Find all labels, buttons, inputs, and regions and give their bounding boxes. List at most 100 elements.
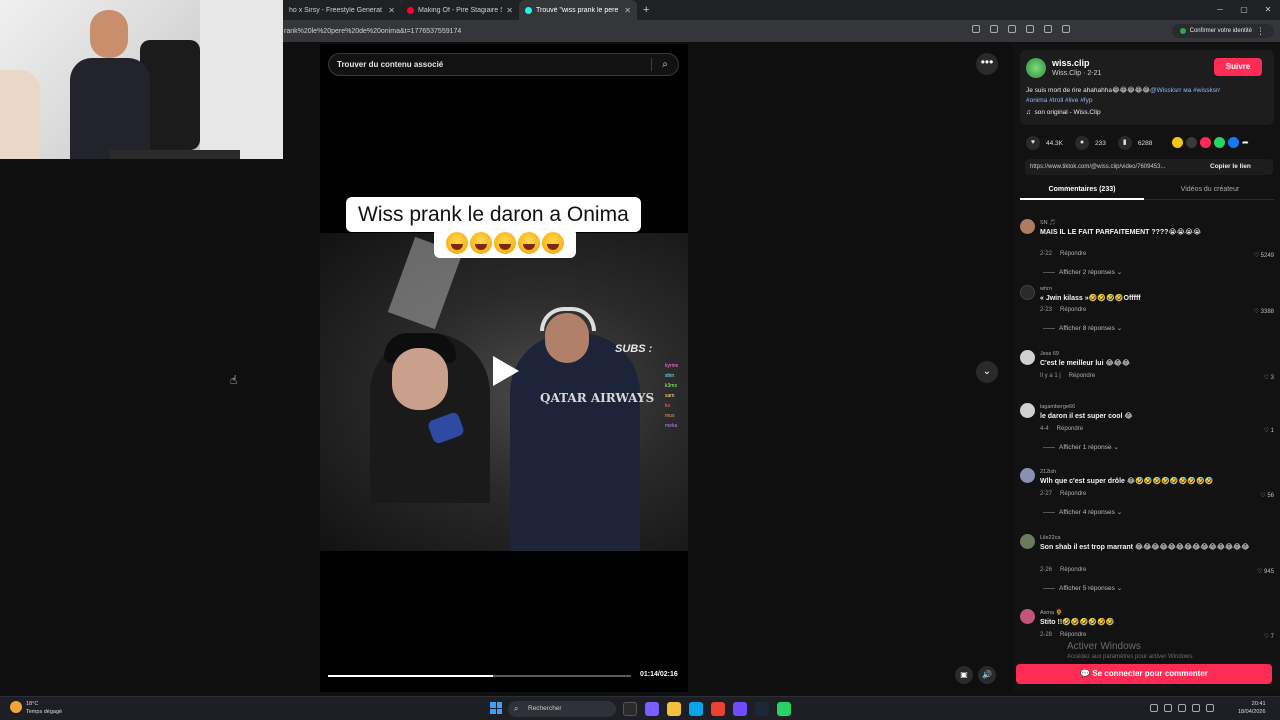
send-icon[interactable] [1200,137,1211,148]
comment-likes[interactable]: ♡ 5249 [1254,252,1274,259]
search-input[interactable]: Trouver du contenu associé [337,60,651,69]
repost-icon[interactable] [1172,137,1183,148]
whatsapp-app-icon[interactable] [777,702,791,716]
embed-icon[interactable] [1186,137,1197,148]
video-progress-bar[interactable] [328,675,631,677]
facebook-icon[interactable] [1228,137,1239,148]
comment-likes[interactable]: ♡ 3388 [1254,308,1274,315]
show-replies-button[interactable]: Afficher 2 réponses ⌄ [1043,268,1122,276]
browser-menu-icon[interactable]: ⋮ [1256,26,1266,37]
extensions-icon[interactable] [1026,25,1034,33]
weather-sun-icon[interactable] [10,701,22,713]
reply-button[interactable]: Répondre [1060,567,1086,573]
close-window-icon[interactable]: ✕ [1256,0,1280,20]
heart-icon[interactable]: ♥ [1026,136,1040,150]
mention-link[interactable]: @Wissksrr [1150,87,1182,94]
creator-username[interactable]: wiss.clip [1052,58,1090,68]
comment-username[interactable]: Jess 69 [1040,351,1059,357]
comment-likes[interactable]: ♡ 56 [1260,492,1274,499]
notification-icon[interactable] [1206,704,1214,712]
miniplayer-icon[interactable]: ▣ [955,666,973,684]
battery-icon[interactable] [1192,704,1200,712]
show-replies-button[interactable]: Afficher 4 réponses ⌄ [1043,508,1122,516]
comment-username[interactable]: Asma 🌻 [1040,610,1062,616]
comments-list[interactable]: SN 🎵 MAIS IL LE FAIT PARFAITEMENT ????😭😭… [1013,210,1280,655]
taskbar-search[interactable]: Rechercher [508,701,616,717]
split-view-icon[interactable] [1062,25,1070,33]
network-icon[interactable] [1164,704,1172,712]
video-frame[interactable]: QATAR AIRWAYS SUBS : kyrine shin k3mo sa… [320,233,688,551]
sound-link[interactable]: ♫ son original - Wiss.Clip [1026,109,1101,116]
comment-username[interactable]: Lile22ca [1040,535,1061,541]
comment-likes[interactable]: ♡ 7 [1264,633,1274,640]
taskbar-clock[interactable]: 20:41 18/04/2026 [1238,700,1266,716]
comment-likes[interactable]: ♡ 1 [1264,427,1274,434]
speaker-icon[interactable] [1178,704,1186,712]
maximize-icon[interactable]: ▢ [1232,0,1256,20]
comment-username[interactable]: lagamberge66 [1040,404,1075,410]
weather-widget[interactable]: 18°C Temps dégagé [26,700,62,716]
tab-comments[interactable]: Commentaires (233) [1020,182,1144,200]
commenter-avatar[interactable] [1020,609,1035,624]
commenter-avatar[interactable] [1020,534,1035,549]
commenter-avatar[interactable] [1020,403,1035,418]
minimize-icon[interactable]: ─ [1208,0,1232,20]
reply-button[interactable]: Répondre [1060,632,1086,638]
search-icon[interactable]: ⌕ [652,59,678,70]
url-text[interactable]: rank%20le%20pere%20de%20onima&t=17765375… [284,28,461,35]
bookmark-icon[interactable]: ▮ [1117,136,1132,150]
task-view-icon[interactable] [623,702,637,716]
tab-creator-videos[interactable]: Vidéos du créateur [1148,182,1272,198]
volume-icon[interactable]: 🔊 [978,666,996,684]
media-icon[interactable] [1044,25,1052,33]
show-replies-button[interactable]: Afficher 1 réponse ⌄ [1043,443,1119,451]
share-arrow-icon[interactable]: ➦ [1242,137,1253,148]
identity-chip[interactable]: Confirmer votre identité ⋮ [1171,24,1274,38]
comment-likes[interactable]: ♡ 945 [1257,568,1274,575]
whatsapp-icon[interactable] [1214,137,1225,148]
bookmark-star-icon[interactable] [1008,25,1016,33]
hashtag-links[interactable]: #onima #troll #live #fyp [1026,97,1092,104]
chevron-up-icon[interactable] [1150,704,1158,712]
reply-button[interactable]: Répondre [1060,491,1086,497]
play-icon[interactable] [493,356,519,386]
next-video-chevron-down-icon[interactable]: ⌄ [976,361,998,383]
reply-button[interactable]: Répondre [1057,426,1083,432]
steam-icon[interactable] [755,702,769,716]
commenter-avatar[interactable] [1020,219,1035,234]
copy-link-button[interactable]: Copier le lien [1210,159,1251,175]
close-icon[interactable]: ✕ [388,6,395,15]
close-icon[interactable]: ✕ [624,6,631,15]
hashtag-link[interactable]: ма #wissksrr [1183,87,1220,94]
commenter-avatar[interactable] [1020,468,1035,483]
reply-button[interactable]: Répondre [1069,373,1095,379]
commenter-avatar[interactable] [1020,350,1035,365]
edge-icon[interactable] [689,702,703,716]
related-search[interactable]: Trouver du contenu associé ⌕ [328,53,679,76]
comment-icon[interactable]: ● [1075,136,1089,150]
reply-button[interactable]: Répondre [1060,307,1086,313]
login-to-comment-button[interactable]: 💬 Se connecter pour commenter [1016,664,1272,684]
comment-username[interactable]: whrn [1040,286,1052,292]
browser-tab-1[interactable]: ho x Sirsy - Freestyle Generat ✕ [283,0,401,20]
show-replies-button[interactable]: Afficher 8 réponses ⌄ [1043,324,1122,332]
copilot-icon[interactable] [645,702,659,716]
more-options-icon[interactable]: ••• [976,53,998,75]
new-tab-button[interactable]: + [643,4,649,16]
close-icon[interactable]: ✕ [506,6,513,15]
cast-icon[interactable] [990,25,998,33]
file-explorer-icon[interactable] [667,702,681,716]
commenter-avatar[interactable] [1020,285,1035,300]
chrome-icon[interactable] [711,702,725,716]
translate-icon[interactable] [972,25,980,33]
comment-username[interactable]: 212ish [1040,469,1056,475]
windows-start-icon[interactable] [490,702,502,714]
follow-button[interactable]: Suivre [1214,58,1262,76]
comment-likes[interactable]: ♡ 3 [1264,374,1274,381]
reply-button[interactable]: Répondre [1060,251,1086,257]
discord-icon[interactable] [733,702,747,716]
creator-avatar[interactable] [1026,58,1046,78]
show-replies-button[interactable]: Afficher 5 réponses ⌄ [1043,584,1122,592]
comment-username[interactable]: SN 🎵 [1040,220,1056,226]
browser-tab-2[interactable]: Making Of - Pire Stagiaire S1 | P ✕ [401,0,519,20]
